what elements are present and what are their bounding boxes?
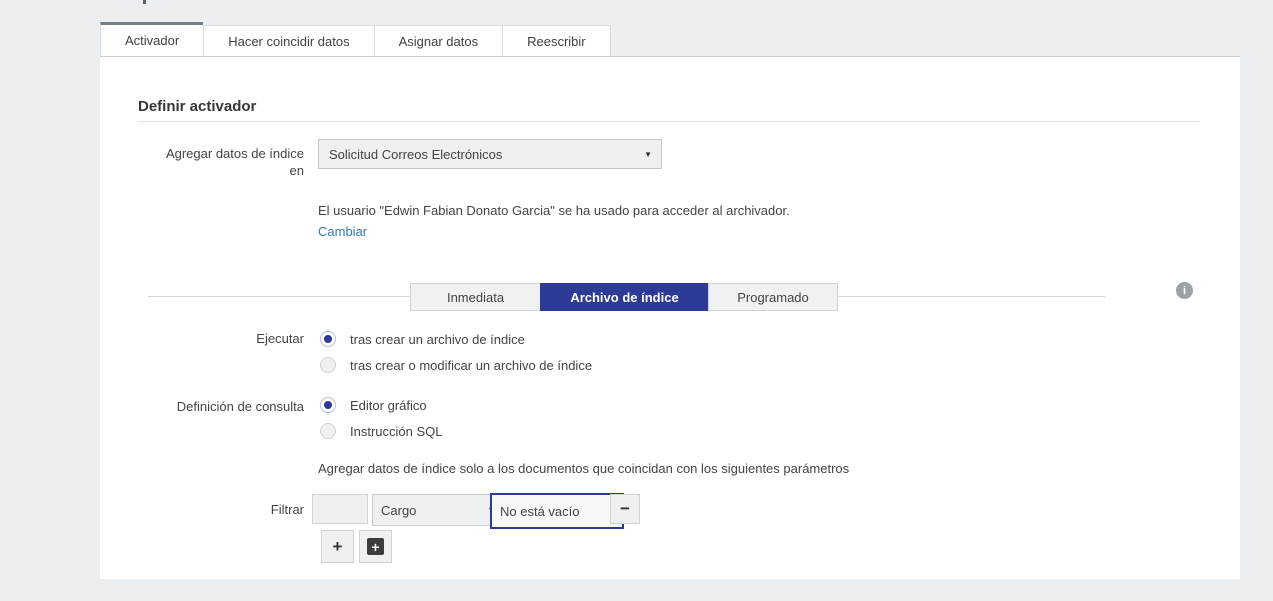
radio-after-create-index-file[interactable] (320, 331, 336, 347)
trigger-type-tabs: Inmediata Archivo de índice Programado (410, 283, 838, 311)
section-divider (138, 121, 1200, 122)
trigger-tab-programado[interactable]: Programado (708, 283, 838, 311)
info-icon[interactable]: i (1176, 282, 1193, 299)
tab-label: Activador (125, 33, 179, 48)
add-filter-button[interactable]: + (321, 530, 354, 563)
tab-activador[interactable]: Activador (100, 22, 203, 55)
radio-after-create-or-modify-index-file[interactable] (320, 357, 336, 373)
remove-filter-button[interactable]: − (610, 494, 640, 524)
trigger-tab-label: Programado (737, 290, 809, 305)
chevron-down-icon: ▼ (644, 150, 652, 159)
tab-label: Hacer coincidir datos (228, 34, 349, 49)
file-cabinet-select[interactable]: Solicitud Correos Electrónicos ▼ (318, 139, 662, 169)
trigger-divider-right (838, 296, 1105, 297)
execute-group-label: Ejecutar (100, 330, 304, 347)
radio-sql-statement[interactable] (320, 423, 336, 439)
tab-hacer-coincidir-datos[interactable]: Hacer coincidir datos (203, 25, 373, 57)
change-user-link[interactable]: Cambiar (318, 224, 367, 239)
filter-operator-select[interactable]: No está vacío ▾ (490, 493, 624, 529)
add-filter-group-button[interactable]: + (359, 530, 392, 563)
tab-label: Asignar datos (399, 34, 479, 49)
radio-option-label[interactable]: tras crear un archivo de índice (350, 332, 525, 347)
filter-field-select-value: Cargo (381, 503, 416, 518)
tab-asignar-datos[interactable]: Asignar datos (374, 25, 503, 57)
tab-strip-divider (100, 56, 1240, 57)
radio-graphic-editor[interactable] (320, 397, 336, 413)
filter-label: Filtrar (100, 501, 304, 518)
content-panel: Definir activador Agregar datos de índic… (100, 57, 1240, 579)
trigger-tab-inmediata[interactable]: Inmediata (410, 283, 540, 311)
trigger-divider-left (148, 296, 410, 297)
section-title: Definir activador (138, 98, 256, 115)
query-group-label: Definición de consulta (100, 398, 304, 415)
archive-select-label-line1: Agregar datos de índice (166, 146, 304, 161)
tab-reescribir[interactable]: Reescribir (502, 25, 611, 57)
tab-label: Reescribir (527, 34, 586, 49)
filter-field-select[interactable]: Cargo ▾ (372, 494, 502, 526)
filter-operator-select-value: No está vacío (500, 504, 580, 519)
archive-select-label-line2: en (290, 163, 304, 178)
filter-note: Agregar datos de índice solo a los docum… (318, 461, 849, 476)
trigger-tab-label: Inmediata (447, 290, 504, 305)
radio-option-label[interactable]: tras crear o modificar un archivo de índ… (350, 358, 592, 373)
filter-value-input[interactable] (312, 494, 368, 524)
trigger-tab-label: Archivo de índice (570, 290, 678, 305)
clipped-title-fragment (143, 0, 146, 4)
radio-option-label[interactable]: Instrucción SQL (350, 424, 443, 439)
archive-select-label: Agregar datos de índice en (100, 145, 304, 179)
trigger-tab-archivo-de-indice[interactable]: Archivo de índice (540, 283, 708, 311)
main-tab-bar: Activador Hacer coincidir datos Asignar … (100, 22, 611, 57)
boxed-plus-icon: + (367, 538, 384, 555)
user-access-text: El usuario "Edwin Fabian Donato Garcia" … (318, 203, 790, 218)
file-cabinet-select-value: Solicitud Correos Electrónicos (329, 147, 502, 162)
radio-option-label[interactable]: Editor gráfico (350, 398, 427, 413)
